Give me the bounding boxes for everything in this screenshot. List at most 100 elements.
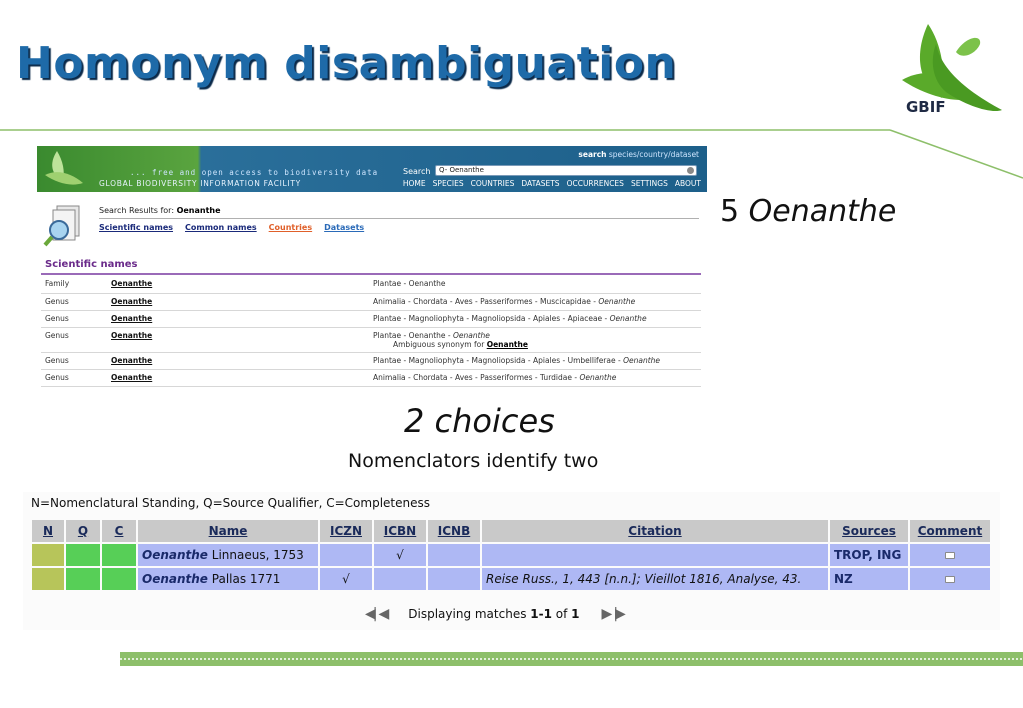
header-icbn[interactable]: ICBN — [374, 520, 426, 542]
icbn-cell: √ — [374, 544, 426, 566]
search-input-value: Q- Oenanthe — [439, 166, 484, 174]
bottom-decoration — [120, 652, 1023, 666]
classification-cell: Plantae - Oenanthe - Oenanthe Ambiguous … — [369, 327, 701, 353]
comment-icon[interactable] — [945, 552, 955, 559]
c-cell — [102, 544, 136, 566]
top-search-links[interactable]: search species/country/dataset — [578, 150, 699, 159]
results-for: Search Results for: Oenanthe — [99, 206, 221, 215]
comment-icon[interactable] — [945, 576, 955, 583]
name-link[interactable]: Oenanthe — [107, 327, 369, 353]
gbif-portal-screenshot: ... free and open access to biodiversity… — [37, 146, 707, 393]
rank-cell: Genus — [41, 369, 107, 387]
prev-page-icon[interactable]: ◀ — [378, 606, 389, 622]
section-title: Scientific names — [45, 259, 138, 270]
nav-species[interactable]: SPECIES — [433, 179, 464, 188]
header-citation[interactable]: Citation — [482, 520, 828, 542]
tab-datasets[interactable]: Datasets — [324, 223, 364, 232]
taxon-author: Linnaeus, 1753 — [207, 548, 304, 562]
results-for-label: Search Results for: — [99, 206, 175, 215]
name-link[interactable]: Oenanthe — [107, 352, 369, 370]
name-link[interactable]: Oenanthe — [107, 293, 369, 311]
classification-leaf: Oenanthe — [609, 313, 647, 323]
sources-cell[interactable]: TROP, ING — [830, 544, 908, 566]
sources-cell[interactable]: NZ — [830, 568, 908, 590]
nav-about[interactable]: ABOUT — [675, 179, 701, 188]
nav-home[interactable]: HOME — [403, 179, 426, 188]
oenanthe-count-label: 5 Oenanthe — [720, 194, 896, 229]
q-cell — [66, 568, 100, 590]
name-cell[interactable]: Oenanthe Pallas 1771 — [138, 568, 318, 590]
scientific-names-table: Family Oenanthe Plantae - Oenanthe Genus… — [41, 276, 701, 387]
taxon-author: Pallas 1771 — [207, 572, 281, 586]
classification-leaf: Oenanthe — [579, 372, 617, 382]
tab-scientific-names[interactable]: Scientific names — [99, 223, 173, 232]
table-header-row: N Q C Name ICZN ICBN ICNB Citation Sourc… — [32, 520, 990, 542]
q-cell — [66, 544, 100, 566]
tab-countries[interactable]: Countries — [269, 223, 312, 232]
classification-path: Plantae - Magnoliophyta - Magnoliopsida … — [373, 313, 610, 323]
classification-cell: Animalia - Chordata - Aves - Passeriform… — [369, 293, 701, 311]
search-results-icon — [43, 205, 80, 247]
classification-path: Plantae - Magnoliophyta - Magnoliopsida … — [373, 355, 624, 365]
header-c[interactable]: C — [102, 520, 136, 542]
name-link[interactable]: Oenanthe — [107, 369, 369, 387]
header-icnb[interactable]: ICNB — [428, 520, 480, 542]
clear-search-icon[interactable] — [687, 167, 694, 174]
header-comment[interactable]: Comment — [910, 520, 990, 542]
header-name[interactable]: Name — [138, 520, 318, 542]
rank-cell: Genus — [41, 352, 107, 370]
header-sources[interactable]: Sources — [830, 520, 908, 542]
rank-cell: Family — [41, 276, 107, 294]
citation-cell — [482, 544, 828, 566]
synonym-link[interactable]: Oenanthe — [487, 340, 528, 349]
pager-total: 1 — [571, 607, 580, 621]
table-row: Oenanthe Linnaeus, 1753 √ TROP, ING — [32, 544, 990, 566]
taxon-name[interactable]: Oenanthe — [142, 572, 208, 586]
search-input[interactable]: Q- Oenanthe — [435, 165, 697, 176]
classification-path: Plantae - Oenanthe — [373, 279, 446, 288]
tab-common-names[interactable]: Common names — [185, 223, 257, 232]
results-divider — [99, 218, 699, 219]
next-page-icon[interactable]: ▶ — [602, 606, 613, 622]
c-cell — [102, 568, 136, 590]
nav-occurrences[interactable]: OCCURRENCES — [567, 179, 624, 188]
nomenclators-label: Nomenclators identify two — [348, 450, 599, 472]
icnb-cell — [428, 544, 480, 566]
name-link[interactable]: Oenanthe — [107, 310, 369, 328]
last-page-icon[interactable]: |▶ — [613, 606, 626, 622]
portal-org-name: GLOBAL BIODIVERSITY INFORMATION FACILITY — [99, 179, 301, 188]
nav-countries[interactable]: COUNTRIES — [471, 179, 515, 188]
nav-datasets[interactable]: DATASETS — [521, 179, 559, 188]
classification-leaf: Oenanthe — [452, 330, 490, 340]
classification-path: Animalia - Chordata - Aves - Passeriform… — [373, 372, 580, 382]
results-tabs: Scientific names Common names Countries … — [99, 223, 364, 232]
top-search-link[interactable]: search — [578, 150, 606, 159]
header-iczn[interactable]: ICZN — [320, 520, 372, 542]
nomenclator-legend: N=Nomenclatural Standing, Q=Source Quali… — [31, 496, 431, 510]
taxon-name[interactable]: Oenanthe — [142, 548, 208, 562]
search-label: Search — [403, 167, 431, 176]
header-n[interactable]: N — [32, 520, 64, 542]
pager-range: 1-1 — [530, 607, 552, 621]
table-row: Genus Oenanthe Plantae - Magnoliophyta -… — [41, 310, 701, 328]
name-cell[interactable]: Oenanthe Linnaeus, 1753 — [138, 544, 318, 566]
iczn-cell — [320, 544, 372, 566]
results-for-term: Oenanthe — [176, 206, 221, 215]
first-page-icon[interactable]: ◀| — [365, 606, 378, 622]
header-q[interactable]: Q — [66, 520, 100, 542]
name-link[interactable]: Oenanthe — [107, 276, 369, 294]
table-row: Genus Oenanthe Plantae - Oenanthe - Oena… — [41, 327, 701, 353]
nomenclator-table: N Q C Name ICZN ICBN ICNB Citation Sourc… — [30, 518, 992, 592]
nav-settings[interactable]: SETTINGS — [631, 179, 668, 188]
classification-cell: Animalia - Chordata - Aves - Passeriform… — [369, 369, 701, 387]
icbn-cell — [374, 568, 426, 590]
slide-title: Homonym disambiguation — [16, 38, 677, 89]
gbif-logo-text: GBIF — [906, 98, 946, 116]
classification-leaf: Oenanthe — [623, 355, 661, 365]
classification-cell: Plantae - Magnoliophyta - Magnoliopsida … — [369, 352, 701, 370]
top-search-hint: species/country/dataset — [608, 150, 699, 159]
gbif-leaf-icon — [45, 151, 83, 185]
citation-cell: Reise Russ., 1, 443 [n.n.]; Vieillot 181… — [482, 568, 828, 590]
table-row: Family Oenanthe Plantae - Oenanthe — [41, 276, 701, 294]
table-row: Genus Oenanthe Animalia - Chordata - Ave… — [41, 293, 701, 311]
